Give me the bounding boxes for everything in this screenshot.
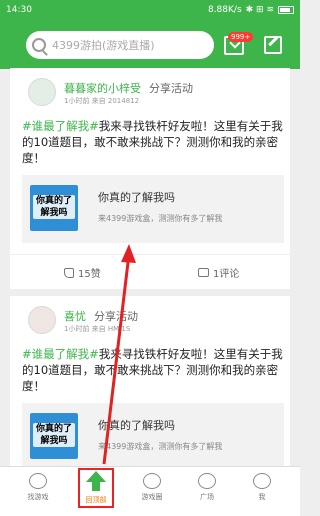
status-bar: 14:30 8.88K/s ✱ ⊞ ≋ xyxy=(0,0,300,20)
avatar[interactable] xyxy=(28,78,56,106)
highlight-box xyxy=(78,468,114,508)
plaza-icon xyxy=(198,473,216,489)
like-button[interactable]: 15赞 xyxy=(64,265,101,280)
nav-game-circle[interactable]: 游戏圈 xyxy=(122,467,182,516)
hashtag-link[interactable]: #谁最了解我# xyxy=(22,347,99,361)
activity-title: 你真的了解我吗 xyxy=(98,419,175,432)
bottom-nav: 找游戏 回顶部 游戏圈 广场 我 xyxy=(0,466,300,516)
user-icon xyxy=(253,473,271,489)
notification-badge: 999+ xyxy=(228,32,254,42)
nav-label: 游戏圈 xyxy=(141,493,163,501)
gamepad-icon xyxy=(29,473,47,489)
post-action: 分享活动 xyxy=(149,82,193,95)
activity-description: 来4399游戏盒，测测你有多了解我 xyxy=(98,442,223,451)
nav-label: 广场 xyxy=(200,493,214,501)
nav-label: 我 xyxy=(258,493,266,501)
network-speed: 8.88K/s xyxy=(207,5,242,15)
comment-count: 1评论 xyxy=(213,269,240,280)
circle-icon xyxy=(143,473,161,489)
shared-activity-card[interactable]: 你真的了解我吗 你真的了解我吗 来4399游戏盒，测测你有多了解我 xyxy=(22,175,284,243)
nav-plaza[interactable]: 广场 xyxy=(177,467,237,516)
author-line: 喜忧 分享活动 xyxy=(64,308,138,324)
status-time: 14:30 xyxy=(6,5,32,15)
avatar[interactable] xyxy=(28,306,56,334)
top-header: 4399游拍(游戏直播) 999+ xyxy=(0,20,300,69)
author-line: 暮暮家的小梓受 分享活动 xyxy=(64,80,193,96)
post-text: #谁最了解我#我来寻找铁杆好友啦！这里有关于我的10道题目，敢不敢来挑战下？测测… xyxy=(22,346,284,394)
battery-icon xyxy=(278,6,294,14)
feed-card[interactable]: 暮暮家的小梓受 分享活动 1小时前 来自 2014812 #谁最了解我#我来寻找铁… xyxy=(10,68,290,289)
activity-title: 你真的了解我吗 xyxy=(98,191,175,204)
nav-find-games[interactable]: 找游戏 xyxy=(8,467,68,516)
nav-me[interactable]: 我 xyxy=(232,467,292,516)
post-meta: 1小时前 来自 HM 1S xyxy=(64,325,131,333)
post-actions: 15赞 1评论 xyxy=(10,254,290,289)
thumb-caption: 你真的了解我吗 xyxy=(33,195,75,219)
search-placeholder: 4399游拍(游戏直播) xyxy=(52,39,155,52)
post-meta: 1小时前 来自 2014812 xyxy=(64,97,140,105)
activity-description: 来4399游戏盒，测测你有多了解我 xyxy=(98,214,223,223)
author-name[interactable]: 喜忧 xyxy=(64,310,86,323)
system-icons: ✱ ⊞ ≋ xyxy=(245,5,274,15)
shared-activity-card[interactable]: 你真的了解我吗 你真的了解我吗 来4399游戏盒，测测你有多了解我 xyxy=(22,403,284,466)
thumbs-up-icon xyxy=(64,267,74,278)
search-icon xyxy=(32,38,46,52)
comment-button[interactable]: 1评论 xyxy=(198,265,239,280)
post-author-row: 暮暮家的小梓受 分享活动 1小时前 来自 2014812 xyxy=(10,68,290,108)
activity-thumbnail: 你真的了解我吗 xyxy=(30,185,78,231)
nav-label: 找游戏 xyxy=(27,493,49,501)
activity-thumbnail: 你真的了解我吗 xyxy=(30,413,78,459)
search-bar[interactable]: 4399游拍(游戏直播) xyxy=(26,31,214,59)
post-text: #谁最了解我#我来寻找铁杆好友啦！这里有关于我的10道题目，敢不敢来挑战下？测测… xyxy=(22,118,284,166)
thumb-caption: 你真的了解我吗 xyxy=(33,423,75,447)
post-action: 分享活动 xyxy=(94,310,138,323)
status-icons: 8.88K/s ✱ ⊞ ≋ xyxy=(208,5,294,15)
like-count: 15赞 xyxy=(78,269,101,280)
comment-icon xyxy=(198,268,209,277)
compose-icon[interactable] xyxy=(264,36,282,54)
author-name[interactable]: 暮暮家的小梓受 xyxy=(64,82,141,95)
feed-card[interactable]: 喜忧 分享活动 1小时前 来自 HM 1S #谁最了解我#我来寻找铁杆好友啦！这里… xyxy=(10,296,290,466)
post-author-row: 喜忧 分享活动 1小时前 来自 HM 1S xyxy=(10,296,290,336)
hashtag-link[interactable]: #谁最了解我# xyxy=(22,119,99,133)
